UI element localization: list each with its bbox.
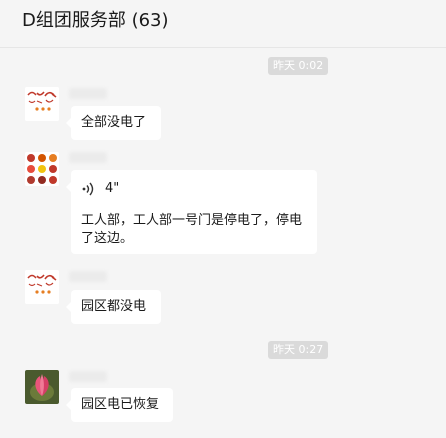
voice-wave-icon (82, 182, 94, 196)
avatar-image (25, 87, 59, 121)
voice-duration: 4" (105, 181, 120, 196)
sender-avatar[interactable] (25, 152, 59, 186)
avatar-image (25, 370, 59, 404)
chat-header: D组团服务部 (63) (0, 0, 446, 48)
message-text: 全部没电了 (81, 115, 147, 130)
sender-name-redacted (69, 371, 107, 382)
message-bubble[interactable]: 园区电已恢复 (66, 388, 173, 422)
voice-message-bubble[interactable]: 4" 工人部，工人部一号门是停电了，停电了这边。 (66, 170, 317, 254)
sender-avatar[interactable] (25, 87, 59, 121)
message-bubble[interactable]: 全部没电了 (66, 106, 161, 140)
sender-name-redacted (69, 88, 107, 99)
sender-name-redacted (69, 152, 107, 163)
voice-transcript: 工人部，工人部一号门是停电了，停电了这边。 (81, 213, 303, 246)
message-bubble[interactable]: 园区都没电 (66, 290, 161, 324)
avatar-image (25, 152, 59, 186)
sender-avatar[interactable] (25, 370, 59, 404)
voice-player[interactable]: 4" (81, 180, 307, 198)
avatar-image (25, 270, 59, 304)
chat-title[interactable]: D组团服务部 (63) (22, 9, 169, 33)
timestamp-label: 昨天 0:27 (268, 341, 329, 359)
message-text: 园区都没电 (81, 299, 147, 314)
sender-name-redacted (69, 271, 107, 282)
message-text: 园区电已恢复 (81, 397, 160, 412)
timestamp-label: 昨天 0:02 (268, 57, 329, 75)
sender-avatar[interactable] (25, 270, 59, 304)
